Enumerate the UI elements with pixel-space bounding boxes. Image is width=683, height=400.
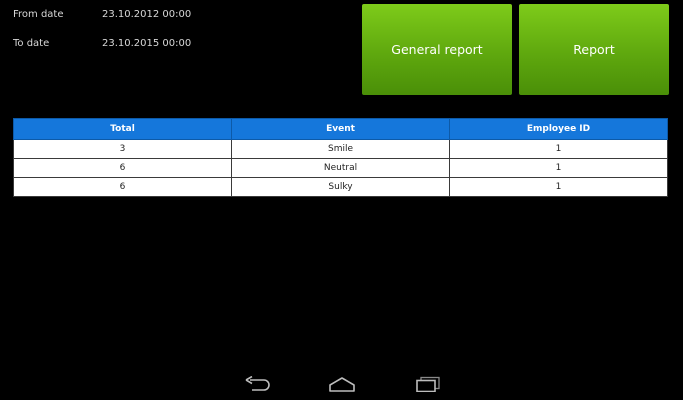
total-cell: 6 bbox=[13, 177, 232, 197]
column-header-total[interactable]: Total bbox=[13, 118, 232, 140]
employee-id-cell: 1 bbox=[449, 177, 668, 197]
employee-id-cell: 1 bbox=[449, 139, 668, 159]
from-date-label: From date bbox=[13, 9, 64, 20]
system-navigation-bar bbox=[0, 366, 683, 400]
table-header-row: Total Event Employee ID bbox=[13, 118, 668, 140]
to-date-label: To date bbox=[13, 38, 50, 49]
report-table: Total Event Employee ID 3 Smile 1 6 Neut… bbox=[13, 118, 668, 197]
table-row[interactable]: 3 Smile 1 bbox=[13, 139, 668, 159]
total-cell: 6 bbox=[13, 158, 232, 178]
general-report-button[interactable]: General report bbox=[362, 4, 512, 95]
from-date-value[interactable]: 23.10.2012 00:00 bbox=[102, 9, 191, 21]
event-cell: Sulky bbox=[231, 177, 450, 197]
recent-apps-icon[interactable] bbox=[414, 376, 442, 392]
table-row[interactable]: 6 Neutral 1 bbox=[13, 158, 668, 178]
column-header-event[interactable]: Event bbox=[231, 118, 450, 140]
table-row[interactable]: 6 Sulky 1 bbox=[13, 177, 668, 197]
app-screen: From date 23.10.2012 00:00 To date 23.10… bbox=[0, 0, 683, 400]
column-header-employee-id[interactable]: Employee ID bbox=[449, 118, 668, 140]
event-cell: Smile bbox=[231, 139, 450, 159]
to-date-value[interactable]: 23.10.2015 00:00 bbox=[102, 38, 191, 50]
back-icon[interactable] bbox=[244, 376, 272, 392]
employee-id-cell: 1 bbox=[449, 158, 668, 178]
report-button[interactable]: Report bbox=[519, 4, 669, 95]
total-cell: 3 bbox=[13, 139, 232, 159]
event-cell: Neutral bbox=[231, 158, 450, 178]
home-icon[interactable] bbox=[328, 376, 356, 392]
